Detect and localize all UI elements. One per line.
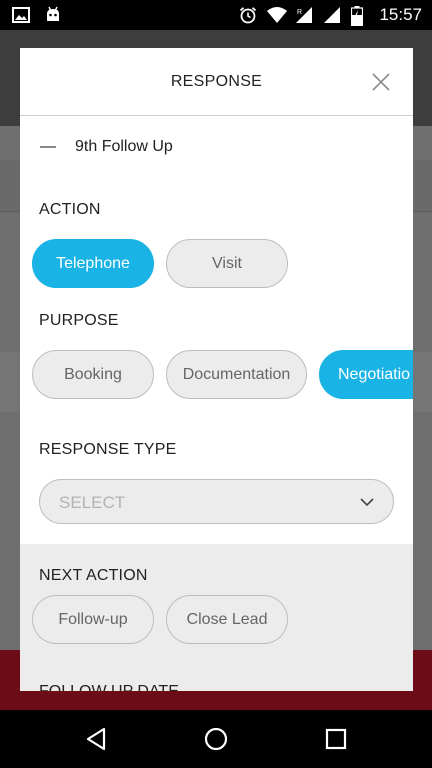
- home-icon[interactable]: [201, 724, 231, 754]
- purpose-option-booking[interactable]: Booking: [32, 350, 154, 399]
- collapse-dash-icon: [40, 146, 56, 148]
- dialog-title: RESPONSE: [170, 73, 263, 90]
- chevron-down-icon: [359, 494, 375, 510]
- navigation-bar: [0, 710, 432, 768]
- svg-text:R: R: [297, 9, 302, 16]
- pill-label: Close Lead: [186, 610, 268, 628]
- action-option-telephone[interactable]: Telephone: [32, 239, 154, 288]
- status-bar: R 15:57: [0, 0, 432, 30]
- next-action-section: NEXT ACTION Follow-up Close Lead: [20, 544, 413, 691]
- dialog-header: RESPONSE: [20, 48, 413, 116]
- followup-date-label: FOLLOW UP DATE: [39, 683, 179, 691]
- action-label: ACTION: [39, 201, 101, 218]
- pill-label: Visit: [212, 254, 242, 272]
- response-dialog: RESPONSE 9th Follow Up ACTION Telephone …: [20, 48, 413, 691]
- close-icon[interactable]: [369, 70, 393, 94]
- battery-charging-icon: [351, 6, 369, 27]
- status-time: 15:57: [379, 5, 422, 24]
- wifi-icon: [267, 6, 288, 24]
- action-option-visit[interactable]: Visit: [166, 239, 288, 288]
- pill-label: Booking: [64, 365, 122, 383]
- cell-signal-roaming-icon: R: [295, 6, 313, 24]
- alarm-icon: [239, 6, 257, 24]
- purpose-option-documentation[interactable]: Documentation: [166, 350, 307, 399]
- recents-icon[interactable]: [321, 724, 351, 754]
- android-notification-icon: [44, 6, 62, 24]
- image-notification-icon: [12, 6, 30, 24]
- cell-signal-icon: [323, 6, 341, 24]
- pill-label: Follow-up: [58, 610, 128, 628]
- next-action-option-follow-up[interactable]: Follow-up: [32, 595, 154, 644]
- next-action-option-close-lead[interactable]: Close Lead: [166, 595, 288, 644]
- pill-label: Negotiatio: [338, 365, 411, 383]
- purpose-option-negotiation[interactable]: Negotiatio: [319, 350, 413, 399]
- followup-label: 9th Follow Up: [75, 138, 173, 155]
- response-type-label: RESPONSE TYPE: [39, 441, 177, 458]
- select-placeholder: SELECT: [59, 493, 126, 512]
- back-icon[interactable]: [82, 724, 112, 754]
- followup-row[interactable]: 9th Follow Up: [20, 116, 413, 178]
- response-type-select[interactable]: SELECT: [39, 479, 394, 524]
- purpose-label: PURPOSE: [39, 312, 119, 329]
- next-action-label: NEXT ACTION: [39, 567, 148, 584]
- pill-label: Telephone: [56, 254, 130, 272]
- pill-label: Documentation: [182, 365, 291, 383]
